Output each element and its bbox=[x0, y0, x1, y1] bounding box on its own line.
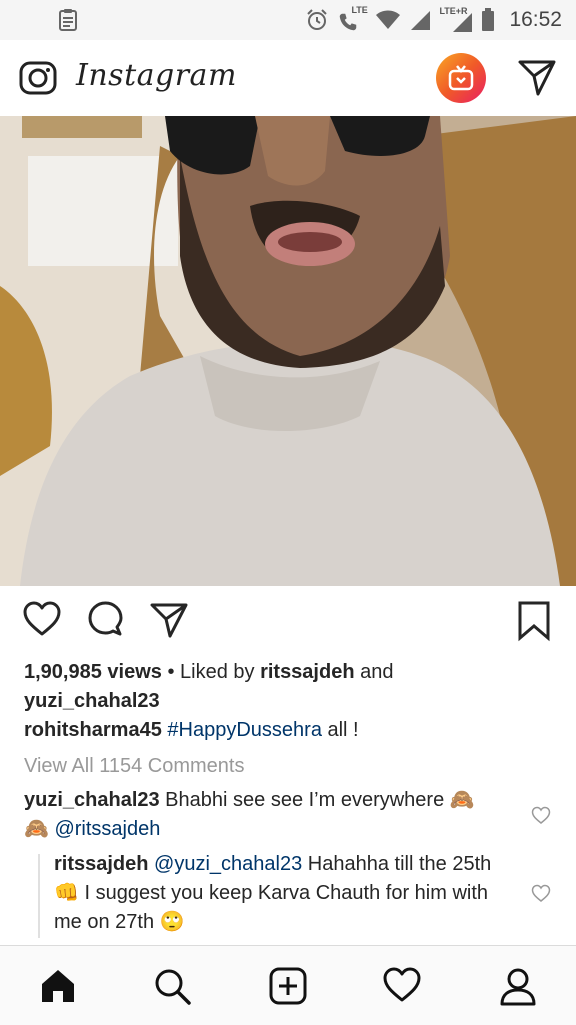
comment-mention[interactable]: @ritssajdeh bbox=[54, 818, 160, 840]
reply-thread-line bbox=[38, 854, 40, 938]
clipboard-icon bbox=[59, 9, 77, 31]
wifi-icon bbox=[376, 10, 401, 29]
liked-by-user-2[interactable]: yuzi_chahal23 bbox=[24, 690, 160, 712]
direct-send-icon[interactable] bbox=[516, 56, 558, 98]
profile-icon[interactable] bbox=[498, 966, 538, 1006]
add-post-icon[interactable] bbox=[268, 966, 308, 1006]
camera-icon[interactable] bbox=[18, 58, 58, 98]
comment-text-2: 🙈 bbox=[24, 818, 55, 840]
instagram-logo: Instagram bbox=[76, 58, 237, 93]
search-icon[interactable] bbox=[152, 966, 192, 1006]
comment-text: Bhabhi see see I’m everywhere 🙈 bbox=[159, 789, 475, 811]
top-bar: Instagram bbox=[0, 40, 576, 117]
caption-text: all ! bbox=[321, 719, 359, 741]
share-icon[interactable] bbox=[148, 600, 190, 640]
bookmark-icon[interactable] bbox=[516, 600, 552, 642]
comment-username[interactable]: yuzi_chahal23 bbox=[24, 789, 160, 811]
liked-by-user-1[interactable]: ritssajdeh bbox=[260, 661, 354, 683]
post-caption: rohitsharma45 #HappyDussehra all ! bbox=[24, 716, 552, 745]
lte-label: LTE bbox=[351, 5, 368, 15]
liked-by-prefix: • Liked by bbox=[161, 661, 261, 683]
home-icon[interactable] bbox=[38, 966, 78, 1006]
caption-hashtag[interactable]: #HappyDussehra bbox=[167, 719, 322, 741]
view-all-comments-link[interactable]: View All 1154 Comments bbox=[24, 752, 552, 781]
bottom-navigation bbox=[0, 945, 576, 1025]
comment-reply-item: ritssajdeh @yuzi_chahal23 Hahahha till t… bbox=[54, 850, 506, 937]
alarm-icon bbox=[307, 9, 328, 30]
views-count[interactable]: 1,90,985 views bbox=[24, 661, 162, 683]
call-lte-icon: LTE bbox=[337, 5, 368, 33]
status-time: 16:52 bbox=[509, 8, 562, 31]
liked-by-and: and bbox=[354, 661, 394, 683]
heart-icon[interactable] bbox=[22, 600, 62, 640]
status-bar: LTE LTE+R 16:52 bbox=[0, 0, 576, 40]
post-video-frame bbox=[0, 116, 576, 586]
reply-like-heart-icon[interactable] bbox=[531, 884, 551, 904]
igtv-icon bbox=[448, 65, 474, 91]
activity-heart-icon[interactable] bbox=[382, 966, 422, 1006]
comment-item: yuzi_chahal23 Bhabhi see see I’m everywh… bbox=[24, 786, 506, 844]
caption-username[interactable]: rohitsharma45 bbox=[24, 719, 162, 741]
battery-icon bbox=[482, 8, 495, 31]
signal-icon bbox=[411, 11, 431, 30]
post-actions bbox=[0, 596, 576, 650]
post-video[interactable] bbox=[0, 116, 576, 586]
comment-like-heart-icon[interactable] bbox=[531, 806, 551, 826]
signal-lte-r-icon: LTE+R bbox=[439, 6, 473, 33]
views-and-likes: 1,90,985 views • Liked by ritssajdeh and… bbox=[24, 658, 552, 716]
reply-username[interactable]: ritssajdeh bbox=[54, 853, 148, 875]
igtv-button[interactable] bbox=[436, 53, 486, 103]
reply-mention[interactable]: @yuzi_chahal23 bbox=[154, 853, 302, 875]
comment-icon[interactable] bbox=[86, 600, 126, 640]
